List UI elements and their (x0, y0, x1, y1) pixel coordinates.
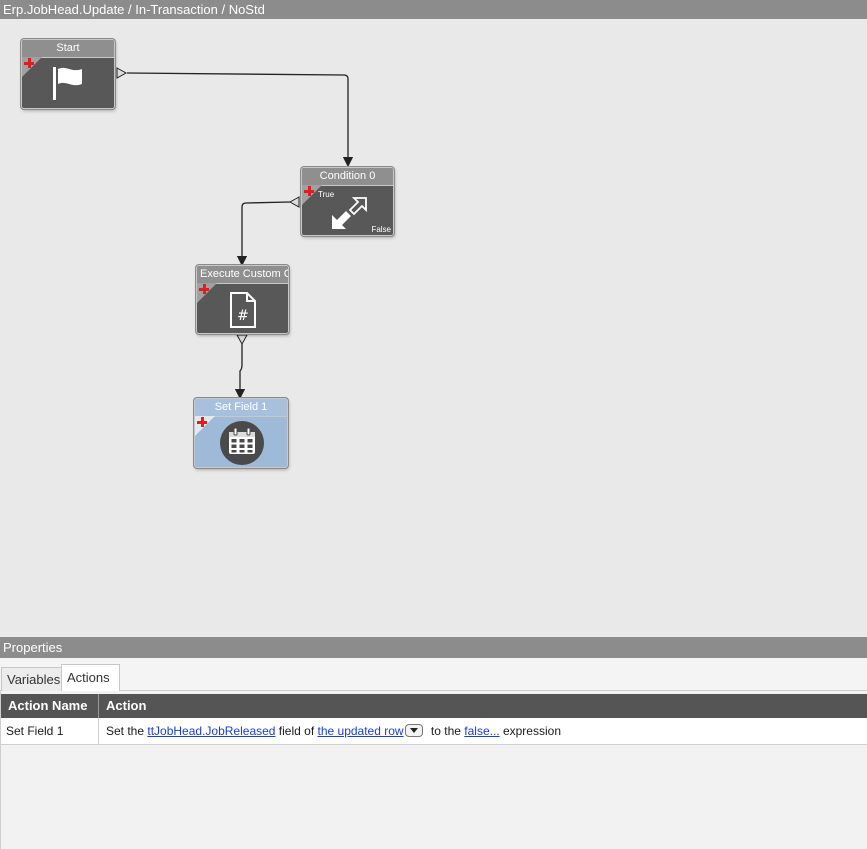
connector-custom-code-set-field (234, 344, 246, 400)
designer-title-bar: Erp.JobHead.Update / In-Transaction / No… (0, 0, 867, 19)
condition-node[interactable]: Condition 0 True False (301, 167, 394, 236)
designer-title: Erp.JobHead.Update / In-Transaction / No… (3, 2, 265, 17)
start-node-add-icon[interactable] (24, 58, 34, 68)
set-field-node-title: Set Field 1 (195, 399, 287, 417)
properties-panel-header: Properties (0, 637, 867, 658)
column-header-action[interactable]: Action (106, 694, 146, 718)
tab-variables[interactable]: Variables (1, 667, 62, 691)
action-text-expression: expression (499, 724, 561, 738)
connector-start-condition (126, 72, 354, 168)
action-description-cell: Set the ttJobHead.JobReleased field of t… (106, 718, 561, 745)
action-name-cell: Set Field 1 (1, 718, 99, 745)
action-text-to-the: to the (427, 724, 465, 738)
actions-grid: Action Name Action Set Field 1 Set the t… (0, 691, 867, 849)
set-field-grid-icon (220, 421, 264, 465)
expression-link[interactable]: false... (464, 724, 499, 738)
workflow-canvas[interactable]: Start Condition 0 True False Execute Cus… (0, 19, 867, 634)
workflow-connectors (116, 67, 354, 400)
table-row[interactable]: Set Field 1 Set the ttJobHead.JobRelease… (1, 718, 867, 745)
properties-tabs: Variables Actions (0, 658, 867, 691)
condition-true-port[interactable] (288, 196, 300, 208)
custom-code-output-port[interactable] (236, 334, 248, 346)
condition-arrows-icon (332, 197, 367, 229)
properties-title: Properties (3, 640, 63, 655)
execute-custom-code-node-title: Execute Custom Co (197, 266, 288, 284)
tab-actions[interactable]: Actions (61, 664, 120, 691)
set-field-add-icon[interactable] (197, 417, 207, 427)
start-output-port[interactable] (116, 67, 128, 79)
flag-icon (53, 67, 82, 100)
custom-code-file-icon: # (230, 292, 256, 328)
row-dropdown-button[interactable] (404, 724, 423, 737)
condition-node-add-icon[interactable] (304, 186, 314, 196)
svg-text:#: # (237, 308, 249, 324)
row-link[interactable]: the updated row (318, 724, 404, 738)
action-text-set-the: Set the (106, 724, 148, 738)
start-node[interactable]: Start (21, 39, 115, 109)
connector-condition-true-custom-code (236, 201, 291, 267)
condition-node-title: Condition 0 (302, 168, 393, 186)
field-link[interactable]: ttJobHead.JobReleased (147, 724, 275, 738)
condition-false-label: False (371, 225, 391, 234)
set-field-node[interactable]: Set Field 1 (194, 398, 288, 468)
column-header-action-name[interactable]: Action Name (1, 694, 99, 718)
action-text-field-of: field of (275, 724, 318, 738)
start-node-title: Start (22, 40, 114, 58)
execute-custom-code-node[interactable]: Execute Custom Co # (196, 265, 289, 334)
actions-grid-header: Action Name Action (1, 694, 867, 718)
execute-custom-code-add-icon[interactable] (199, 284, 209, 294)
